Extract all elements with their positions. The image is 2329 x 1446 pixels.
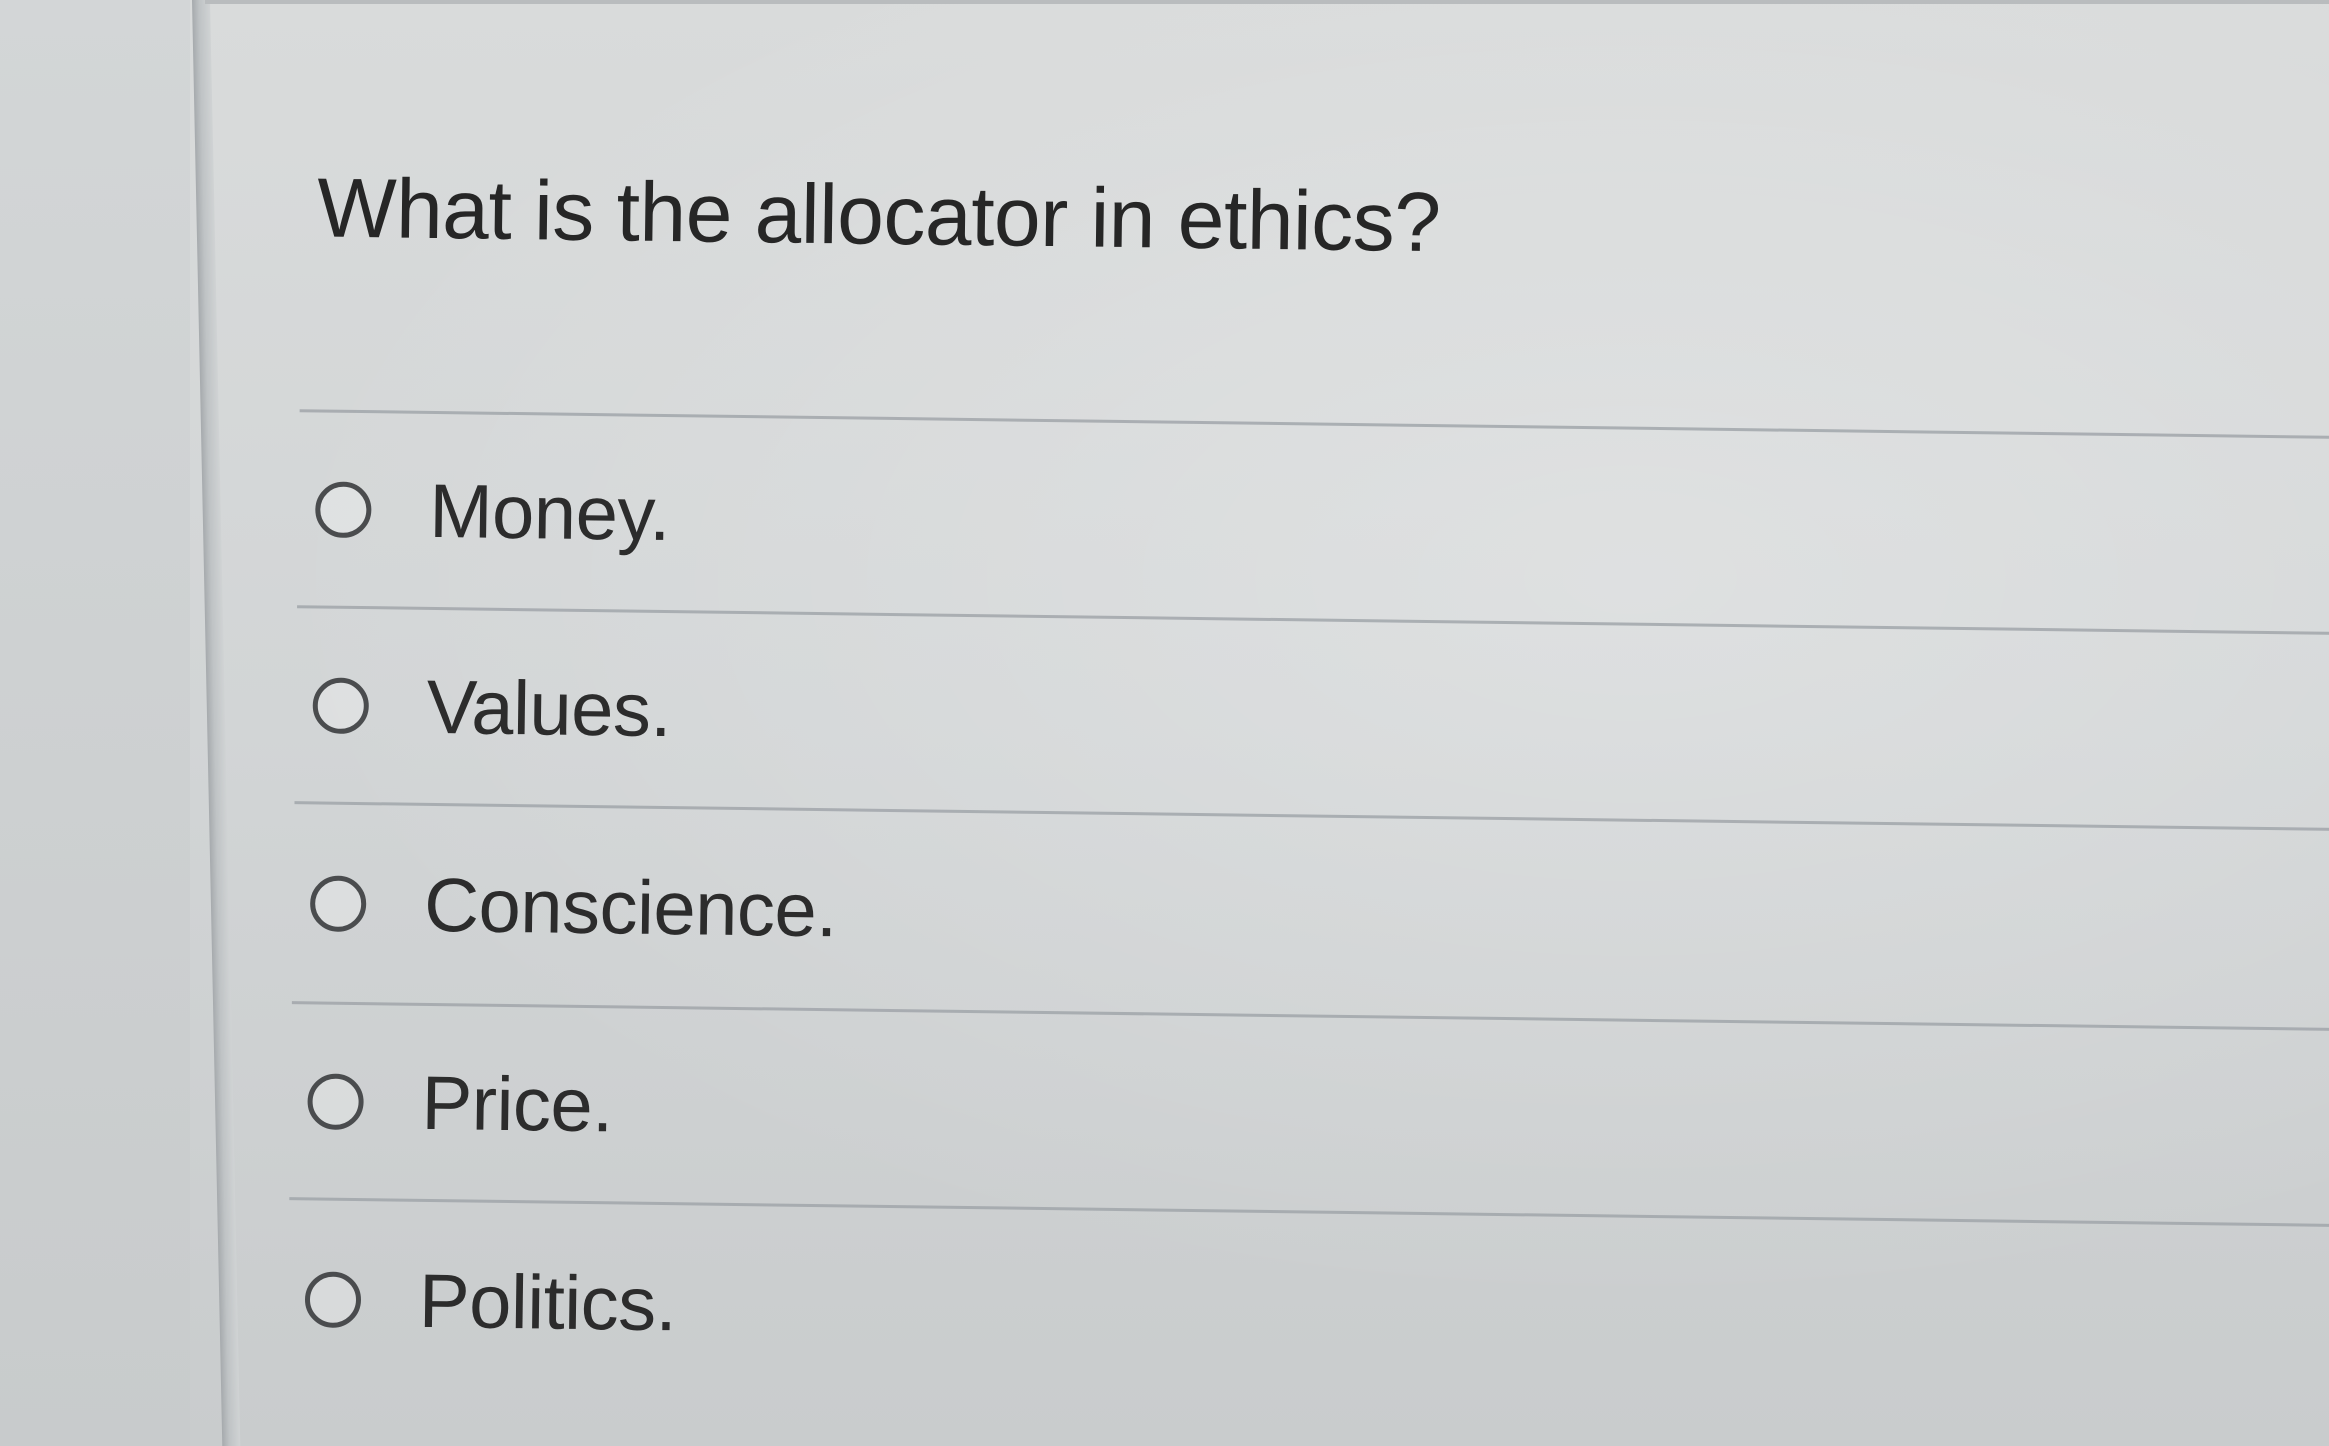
answer-option-money[interactable]: Money.: [314, 449, 1516, 585]
screen-background: What is the allocator in ethics? Money. …: [0, 0, 2329, 1446]
divider: [299, 409, 2329, 439]
answer-option-label: Values.: [426, 664, 672, 753]
quiz-question-card: What is the allocator in ethics? Money. …: [191, 0, 2329, 1446]
divider: [289, 1197, 2329, 1227]
divider: [291, 1001, 2329, 1031]
radio-button-icon[interactable]: [312, 677, 370, 735]
radio-button-icon[interactable]: [307, 1073, 364, 1131]
divider: [297, 605, 2329, 635]
answer-option-politics[interactable]: Politics.: [304, 1239, 1505, 1375]
answer-option-conscience[interactable]: Conscience.: [309, 843, 1510, 979]
answer-option-label: Conscience.: [423, 862, 838, 953]
radio-button-icon[interactable]: [309, 875, 367, 933]
answer-option-label: Politics.: [418, 1258, 677, 1347]
left-margin: [0, 0, 190, 1446]
answer-option-price[interactable]: Price.: [307, 1041, 1508, 1177]
question-text: What is the allocator in ethics?: [316, 160, 1442, 270]
divider: [294, 801, 2329, 831]
radio-button-icon[interactable]: [304, 1271, 362, 1329]
answer-option-label: Price.: [421, 1060, 614, 1148]
answer-option-label: Money.: [428, 468, 671, 557]
radio-button-icon[interactable]: [314, 481, 372, 539]
answer-option-values[interactable]: Values.: [312, 645, 1513, 781]
